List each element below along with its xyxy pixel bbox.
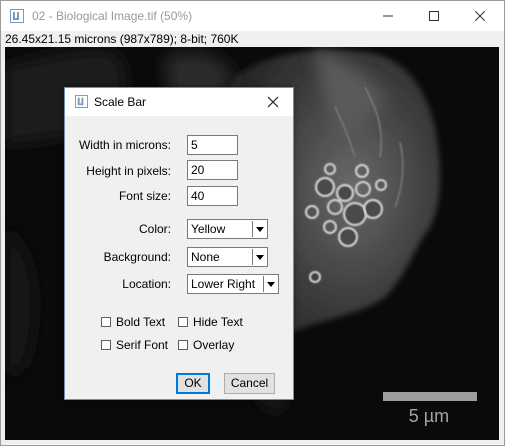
window-titlebar[interactable]: 02 - Biological Image.tif (50%) bbox=[1, 1, 504, 31]
minimize-icon bbox=[383, 15, 393, 17]
scale-bar-dialog: Scale Bar Width in microns: Height in pi… bbox=[64, 87, 294, 400]
maximize-icon bbox=[429, 11, 439, 21]
font-size-label: Font size: bbox=[118, 189, 171, 203]
location-label: Location: bbox=[122, 277, 171, 291]
chevron-down-icon bbox=[252, 221, 266, 237]
dialog-title: Scale Bar bbox=[94, 95, 147, 109]
dialog-titlebar[interactable]: Scale Bar bbox=[65, 88, 293, 116]
minimize-button[interactable] bbox=[365, 1, 411, 31]
hide-text-checkbox[interactable] bbox=[178, 317, 188, 327]
imagej-icon bbox=[75, 95, 88, 108]
hide-text-label: Hide Text bbox=[193, 315, 243, 329]
window-title: 02 - Biological Image.tif (50%) bbox=[32, 9, 193, 23]
background-label: Background: bbox=[103, 250, 171, 264]
serif-font-label: Serif Font bbox=[116, 338, 169, 352]
scale-bar bbox=[383, 392, 477, 401]
scale-bar-label: 5 µm bbox=[408, 406, 450, 426]
bold-text-label: Bold Text bbox=[116, 315, 166, 329]
overlay-checkbox[interactable] bbox=[178, 340, 188, 350]
location-select[interactable]: Lower Right bbox=[187, 274, 279, 294]
close-icon bbox=[475, 11, 485, 21]
height-label: Height in pixels: bbox=[86, 164, 171, 178]
width-input[interactable] bbox=[187, 135, 238, 155]
bold-text-checkbox[interactable] bbox=[101, 317, 111, 327]
image-info: 26.45x21.15 microns (987x789); 8-bit; 76… bbox=[5, 32, 239, 46]
maximize-button[interactable] bbox=[411, 1, 457, 31]
location-select-value: Lower Right bbox=[191, 277, 256, 291]
chevron-down-icon bbox=[263, 276, 277, 292]
background-select[interactable]: None bbox=[187, 247, 268, 267]
cancel-button[interactable]: Cancel bbox=[224, 373, 275, 394]
overlay-label: Overlay bbox=[193, 338, 235, 352]
width-label: Width in microns: bbox=[78, 138, 171, 152]
color-select-value: Yellow bbox=[191, 222, 226, 236]
close-icon[interactable] bbox=[265, 94, 281, 110]
height-input[interactable] bbox=[187, 160, 238, 180]
imagej-icon bbox=[10, 9, 24, 23]
chevron-down-icon bbox=[252, 249, 266, 265]
background-select-value: None bbox=[191, 250, 220, 264]
color-select[interactable]: Yellow bbox=[187, 219, 268, 239]
font-size-input[interactable] bbox=[187, 186, 238, 206]
color-label: Color: bbox=[138, 222, 171, 236]
ok-button[interactable]: OK bbox=[176, 373, 210, 394]
serif-font-checkbox[interactable] bbox=[101, 340, 111, 350]
close-button[interactable] bbox=[457, 1, 503, 31]
